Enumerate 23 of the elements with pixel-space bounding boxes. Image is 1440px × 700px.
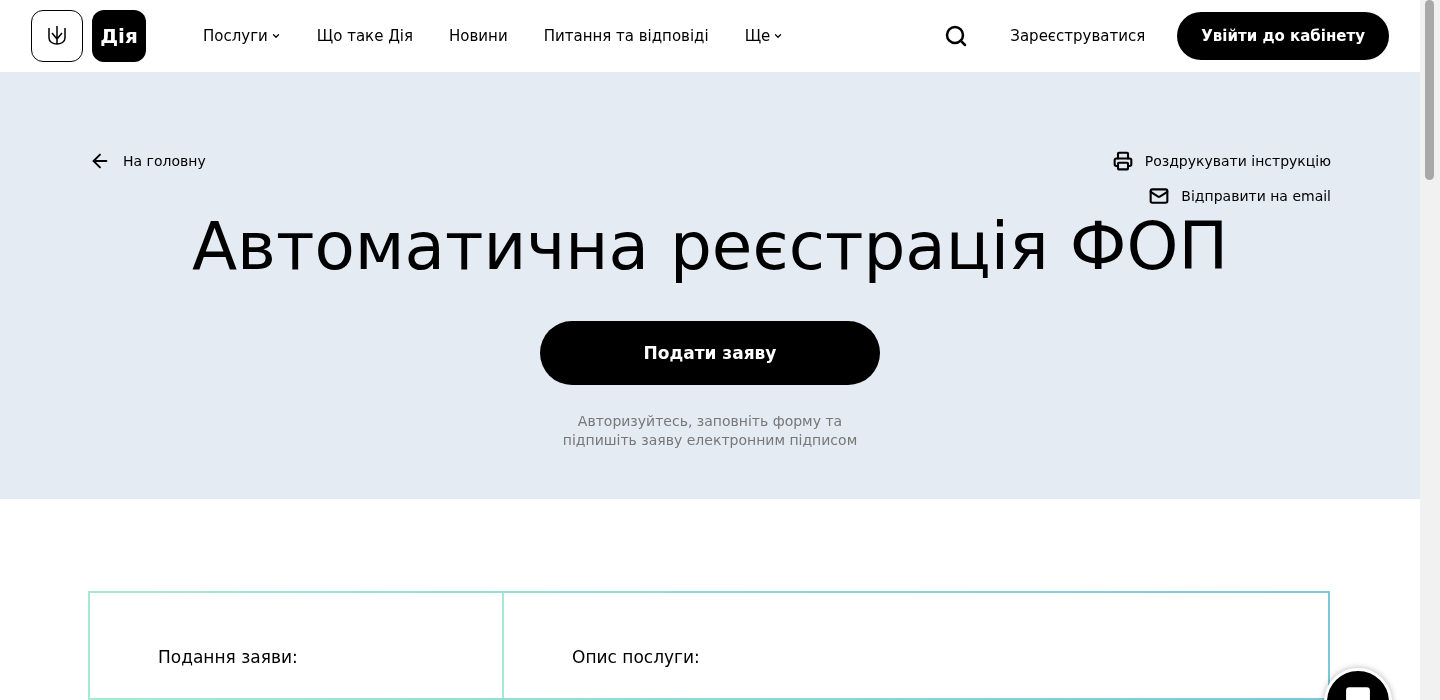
section-heading: Опис послуги: (572, 647, 700, 668)
emblem-logo[interactable] (31, 10, 83, 62)
nav-link[interactable]: Новини (449, 27, 508, 45)
nav-link[interactable]: Питання та відповіді (543, 27, 709, 45)
print-link[interactable]: Роздрукувати інструкцію (1112, 150, 1331, 171)
printer-icon (1112, 150, 1133, 171)
trident-icon (46, 24, 68, 48)
page-title: Автоматична реєстрація ФОП (191, 208, 1229, 285)
login-button[interactable]: Увійти до кабінету (1177, 12, 1389, 60)
nav-link[interactable]: Послуги (203, 27, 281, 45)
nav-link[interactable]: Ще (744, 27, 784, 45)
email-link[interactable]: Відправити на email (1149, 185, 1331, 206)
mail-icon (1149, 185, 1170, 206)
scrollbar-thumb[interactable] (1425, 0, 1434, 180)
back-link[interactable]: На головну (89, 150, 206, 172)
register-link[interactable]: Зареєструватися (1010, 27, 1146, 45)
logo[interactable]: Дія (92, 10, 146, 62)
nav-link[interactable]: Що таке Дія (316, 27, 414, 45)
search-icon[interactable] (944, 24, 969, 48)
hint-text: Авторизуйтесь, заповніть форму та підпишіть заяву електронним підписом (562, 412, 858, 450)
submit-button[interactable]: Подати заяву (540, 321, 880, 385)
scrollbar[interactable] (1420, 0, 1440, 700)
section-heading: Подання заяви: (158, 647, 298, 668)
